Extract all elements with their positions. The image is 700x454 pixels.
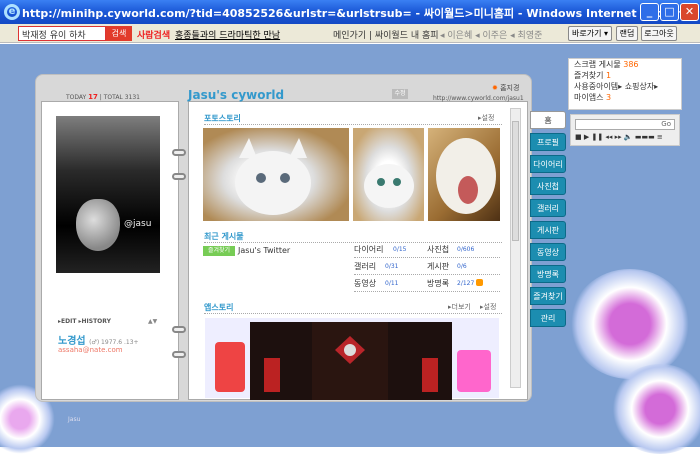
photo-caption: @jasu (124, 219, 152, 229)
decor-blob (570, 269, 690, 379)
post-category-badge: 즐겨찾기 (203, 246, 235, 256)
shortcut-dropdown[interactable]: 바로가기 ▾ (568, 26, 612, 41)
board-photos[interactable]: 사진첩 (427, 244, 449, 255)
visitor-counter: TODAY 17 | TOTAL 3131 (66, 93, 140, 101)
main-go-link[interactable]: 메인가기 | 싸이월드 내 홈피 (333, 28, 439, 41)
binder-ring (172, 149, 186, 156)
photo-kitten[interactable] (353, 128, 424, 221)
maximize-button[interactable]: □ (660, 3, 679, 21)
search-input[interactable]: 박재정 유이 하차 (18, 26, 106, 41)
footer-mark: Jasu (68, 416, 81, 423)
player-search-input[interactable]: Go (575, 119, 675, 130)
profile-name: 노경섭 (♂) 1977.6 .13+ (58, 336, 139, 347)
board-diary-count: 0/15 (393, 246, 407, 253)
board-video-count: 0/11 (385, 280, 399, 287)
window-title: http://minihp.cyworld.com/?tid=40852526&… (22, 7, 693, 20)
binder-ring (172, 326, 186, 333)
edit-history-links[interactable]: ▸EDIT ▸HISTORY (58, 318, 111, 325)
cyworld-top-nav: 박재정 유이 하차 검색 사람검색 홍종들과의 드라마틱한 만남 메인가기 | … (0, 24, 700, 43)
appstory-more[interactable]: ▸더보기 (448, 302, 471, 312)
board-video[interactable]: 동영상 (354, 278, 376, 289)
recent-posts-title: 최근 게시물 (204, 232, 244, 241)
apple-logo-icon (76, 199, 120, 251)
tab-admin[interactable]: 관리 (530, 309, 566, 327)
tab-home[interactable]: 홈 (530, 111, 566, 129)
myapps-link[interactable]: 마이앱스 3 (569, 92, 681, 103)
collapse-icon[interactable]: ▲▼ (148, 318, 157, 325)
promo-link[interactable]: 홍종들과의 드라마틱한 만남 (175, 28, 280, 41)
divider (204, 313, 502, 314)
lion-illustration (436, 138, 496, 214)
people-search-link[interactable]: 사람검색 (137, 28, 170, 41)
board-bbs[interactable]: 게시판 (427, 261, 449, 272)
ie-logo-icon: e (4, 4, 20, 20)
music-player: Go ■ ▶ ❚❚ ◂◂ ▸▸ 🔈 ▬▬▬ ≡ (570, 114, 680, 146)
close-button[interactable]: ✕ (680, 3, 699, 21)
home-title: Jasu's cyworld (188, 88, 285, 102)
board-guestbook[interactable]: 방명록 (427, 278, 449, 289)
app-character-icon[interactable] (457, 350, 491, 392)
board-bbs-count: 0/6 (457, 263, 467, 270)
tab-guestbook[interactable]: 방명록 (530, 265, 566, 283)
app-character-icon[interactable] (215, 342, 245, 392)
items-link[interactable]: 사용중아이템▸ 쇼핑상자▸ (569, 81, 681, 92)
decor-blob (610, 364, 700, 454)
binder-ring (172, 173, 186, 180)
divider (204, 124, 502, 125)
title-bar: e http://minihp.cyworld.com/?tid=4085252… (0, 0, 700, 24)
divider (354, 291, 500, 292)
tab-video[interactable]: 동영상 (530, 243, 566, 261)
side-info-panel: 스크랩 게시물 386 즐겨찾기 1 사용중아이템▸ 쇼핑상자▸ 마이앱스 3 (568, 58, 682, 110)
visit-history[interactable]: ◂ 이은혜 ◂ 이주은 ◂ 최영준 (440, 28, 542, 41)
game-scene (250, 322, 452, 400)
player-controls[interactable]: ■ ▶ ❚❚ ◂◂ ▸▸ 🔈 ▬▬▬ ≡ (575, 133, 663, 141)
logout-button[interactable]: 로그아웃 (641, 26, 677, 41)
tab-photos[interactable]: 사진첩 (530, 177, 566, 195)
tab-favorites[interactable]: 즐겨찾기 (530, 287, 566, 305)
edit-badge[interactable]: 수정 (392, 89, 408, 99)
profile-email[interactable]: assaha@nate.com (58, 346, 123, 354)
board-diary[interactable]: 다이어리 (354, 244, 383, 255)
photo-story-title[interactable]: 포토스토리 (204, 113, 241, 124)
home-url[interactable]: http://www.cyworld.com/jasu1 (433, 95, 524, 102)
tab-profile[interactable]: 프로필 (530, 133, 566, 151)
binder-ring (172, 351, 186, 358)
favorite-link[interactable]: ✹ 홈지경 (492, 83, 519, 93)
scrap-link[interactable]: 스크랩 게시물 386 (569, 59, 681, 70)
tab-gallery[interactable]: 갤러리 (530, 199, 566, 217)
new-icon (476, 279, 483, 286)
divider (354, 257, 500, 258)
board-gallery-count: 0/31 (385, 263, 399, 270)
favorites-link[interactable]: 즐겨찾기 1 (569, 70, 681, 81)
scrollbar-thumb[interactable] (512, 121, 519, 241)
kitten-illustration (364, 164, 414, 208)
appstory-title: 앱스토리 (204, 303, 234, 312)
profile-photo[interactable]: @jasu (56, 116, 160, 273)
tab-diary[interactable]: 다이어리 (530, 155, 566, 173)
random-button[interactable]: 랜덤 (616, 26, 638, 41)
tab-board[interactable]: 게시판 (530, 221, 566, 239)
recent-post-link[interactable]: Jasu's Twitter (238, 246, 290, 255)
page-scrollbar[interactable] (510, 108, 521, 388)
board-photos-count: 0/606 (457, 246, 475, 253)
minimize-button[interactable]: _ (640, 3, 659, 21)
board-gallery[interactable]: 갤러리 (354, 261, 376, 272)
appstory-settings[interactable]: ▸설정 (480, 302, 496, 312)
photo-white-lion[interactable] (428, 128, 500, 221)
photo-white-cat[interactable] (203, 128, 349, 221)
search-button[interactable]: 검색 (106, 26, 132, 41)
game-video-overlay[interactable] (250, 322, 452, 400)
photo-story-settings[interactable]: ▸설정 (478, 113, 494, 123)
board-guestbook-count: 2/127 (457, 280, 475, 287)
cat-illustration (235, 138, 311, 215)
divider (204, 242, 502, 243)
divider (354, 274, 500, 275)
